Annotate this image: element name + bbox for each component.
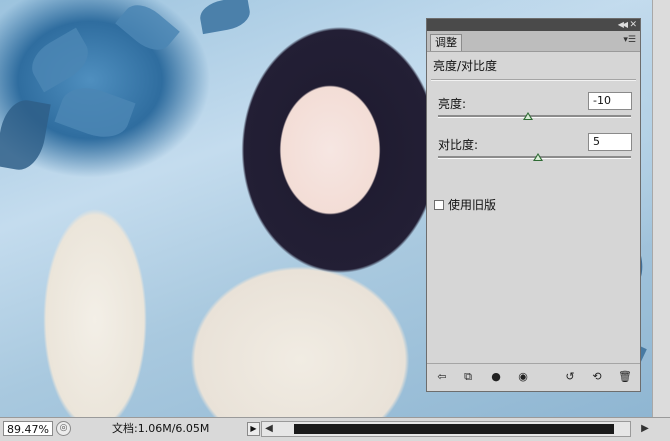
horizontal-scrollbar[interactable]: ◀ <box>261 421 631 437</box>
contrast-label: 对比度: <box>438 138 479 152</box>
contrast-slider[interactable] <box>438 153 631 161</box>
close-icon[interactable]: ✕ <box>629 19 637 31</box>
contrast-field[interactable]: 5 <box>588 133 632 151</box>
expand-view-icon[interactable]: ⧉ <box>461 370 475 384</box>
brightness-field[interactable]: -10 <box>588 92 632 110</box>
horizontal-scroll-thumb[interactable] <box>294 424 614 434</box>
tab-adjustments[interactable]: 调整 <box>430 34 462 51</box>
panel-tab-row: 调整 ▾☰ <box>427 31 640 52</box>
brightness-slider[interactable] <box>438 112 631 120</box>
panel-footer: ⇦ ⧉ ● ◉ ↺ ⟲ 🗑 <box>427 363 640 392</box>
trash-icon[interactable]: 🗑 <box>618 370 632 384</box>
panel-menu-icon[interactable]: ▾☰ <box>623 35 636 45</box>
panel-title-bar[interactable]: ◀◀ ✕ <box>427 19 640 31</box>
leaf-decoration <box>0 96 51 174</box>
brightness-label: 亮度: <box>438 97 467 111</box>
leaf-decoration <box>197 0 253 35</box>
zoom-level-field[interactable]: 89.47% <box>3 421 53 436</box>
adjustments-panel: ◀◀ ✕ 调整 ▾☰ 亮度/对比度 亮度: -10 对比度: 5 使用旧版 ⇦ … <box>426 18 641 392</box>
leaf-decoration <box>24 27 96 93</box>
back-arrow-icon[interactable]: ⇦ <box>435 370 449 384</box>
scroll-right-icon[interactable]: ▶ <box>638 422 652 436</box>
contrast-slider-thumb[interactable] <box>532 153 543 161</box>
zoom-options-icon[interactable]: ◎ <box>56 421 71 436</box>
scroll-left-icon[interactable]: ◀ <box>262 422 276 436</box>
brightness-slider-thumb[interactable] <box>523 112 534 120</box>
leaf-decoration <box>54 79 136 146</box>
view-previous-icon[interactable]: ↺ <box>563 370 577 384</box>
leaf-decoration <box>115 0 180 59</box>
divider <box>431 79 636 81</box>
status-menu-arrow-icon[interactable]: ▶ <box>247 422 260 436</box>
visibility-eye-icon[interactable]: ◉ <box>516 370 530 384</box>
adjustment-title: 亮度/对比度 <box>433 59 498 73</box>
use-legacy-checkbox[interactable] <box>434 200 444 210</box>
vertical-scrollbar[interactable] <box>652 0 670 417</box>
status-bar: 89.47% ◎ 文档:1.06M/6.05M ▶ ◀ ▶ <box>0 417 670 441</box>
clip-to-layer-icon[interactable]: ● <box>489 370 503 384</box>
document-size-info: 文档:1.06M/6.05M <box>112 422 210 435</box>
collapse-icon[interactable]: ◀◀ <box>618 19 628 31</box>
use-legacy-label[interactable]: 使用旧版 <box>448 196 496 213</box>
reset-icon[interactable]: ⟲ <box>590 370 604 384</box>
